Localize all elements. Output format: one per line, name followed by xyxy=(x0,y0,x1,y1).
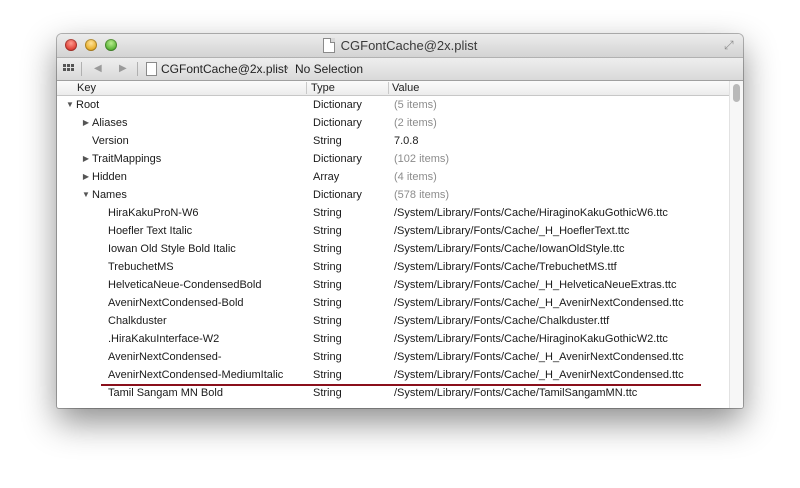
row-key[interactable]: TraitMappings xyxy=(92,150,161,168)
column-header-key[interactable]: Key xyxy=(77,81,96,95)
row-key[interactable]: Aliases xyxy=(92,114,127,132)
fullscreen-icon[interactable]: ⤢ xyxy=(724,39,737,52)
disclosure-collapsed-icon[interactable]: ▶ xyxy=(81,150,91,168)
breadcrumb-chevron-icon: › xyxy=(285,62,289,74)
row-type[interactable]: String xyxy=(313,240,342,258)
outline-row[interactable]: ▼ Names Dictionary (578 items) xyxy=(57,186,729,204)
outline-row[interactable]: AvenirNextCondensed- String/System/Librar… xyxy=(57,348,729,366)
row-type[interactable]: String xyxy=(313,222,342,240)
window-title: CGFontCache@2x.plist xyxy=(340,38,478,53)
row-key[interactable]: Hidden xyxy=(92,168,127,186)
row-value[interactable]: (5 items) xyxy=(394,96,437,114)
row-key[interactable]: Names xyxy=(92,186,127,204)
plist-editor-window: CGFontCache@2x.plist ⤢ ◀ ▶ CGFontCache@2… xyxy=(57,34,743,408)
row-key[interactable]: Hoefler Text Italic xyxy=(108,222,192,240)
row-type[interactable]: Dictionary xyxy=(313,114,362,132)
row-type[interactable]: String xyxy=(313,276,342,294)
row-type[interactable]: String xyxy=(313,258,342,276)
grid-icon[interactable] xyxy=(63,64,74,74)
row-type[interactable]: String xyxy=(313,294,342,312)
row-value[interactable]: 7.0.8 xyxy=(394,132,418,150)
column-divider[interactable] xyxy=(388,82,389,94)
column-header-type[interactable]: Type xyxy=(311,81,335,95)
column-divider[interactable] xyxy=(306,82,307,94)
column-header: Key Type Value xyxy=(57,81,729,96)
path-bar: ◀ ▶ CGFontCache@2x.plist › No Selection xyxy=(57,58,743,81)
disclosure-collapsed-icon[interactable]: ▶ xyxy=(81,114,91,132)
row-value[interactable]: (578 items) xyxy=(394,186,449,204)
row-key[interactable]: HiraKakuProN-W6 xyxy=(108,204,198,222)
outline-row[interactable]: .HiraKakuInterface-W2 String/System/Libra… xyxy=(57,330,729,348)
scrollbar-thumb[interactable] xyxy=(733,84,740,102)
row-type[interactable]: Dictionary xyxy=(313,186,362,204)
vertical-scrollbar[interactable] xyxy=(729,81,743,408)
toolbar-divider xyxy=(137,62,138,76)
breadcrumb-file[interactable]: CGFontCache@2x.plist xyxy=(161,62,287,76)
outline-row[interactable]: AvenirNextCondensed-Bold String/System/Li… xyxy=(57,294,729,312)
outline-row[interactable]: ▼ Root Dictionary (5 items) xyxy=(57,96,729,114)
outline-row[interactable]: Iowan Old Style Bold Italic String/System… xyxy=(57,240,729,258)
row-value[interactable]: /System/Library/Fonts/Cache/_H_Helvetica… xyxy=(394,276,676,294)
outline-row[interactable]: Version String 7.0.8 xyxy=(57,132,729,150)
row-value[interactable]: /System/Library/Fonts/Cache/TrebuchetMS.… xyxy=(394,258,617,276)
back-arrow-icon[interactable]: ◀ xyxy=(94,61,102,77)
row-key[interactable]: Version xyxy=(92,132,129,150)
column-header-value[interactable]: Value xyxy=(392,81,419,95)
title-bar[interactable]: CGFontCache@2x.plist ⤢ xyxy=(57,34,743,58)
row-value[interactable]: /System/Library/Fonts/Cache/_H_AvenirNex… xyxy=(394,348,684,366)
document-icon[interactable] xyxy=(322,38,335,54)
row-key[interactable]: AvenirNextCondensed-Bold xyxy=(108,294,244,312)
row-key[interactable]: Root xyxy=(76,96,99,114)
row-type[interactable]: Dictionary xyxy=(313,150,362,168)
row-key[interactable]: TrebuchetMS xyxy=(108,258,174,276)
disclosure-expanded-icon[interactable]: ▼ xyxy=(65,96,75,114)
row-value[interactable]: /System/Library/Fonts/Cache/TamilSangamM… xyxy=(394,384,637,402)
row-type[interactable]: String xyxy=(313,312,342,330)
row-key[interactable]: AvenirNextCondensed-MediumItalic xyxy=(108,366,283,384)
outline-row[interactable]: ▶ Aliases Dictionary (2 items) xyxy=(57,114,729,132)
forward-arrow-icon[interactable]: ▶ xyxy=(119,61,127,77)
row-type[interactable]: String xyxy=(313,348,342,366)
row-value[interactable]: (4 items) xyxy=(394,168,437,186)
row-value[interactable]: /System/Library/Fonts/Cache/HiraginoKaku… xyxy=(394,204,668,222)
row-type[interactable]: String xyxy=(313,204,342,222)
row-type[interactable]: Array xyxy=(313,168,339,186)
outline-row[interactable]: HelveticaNeue-CondensedBold String/System… xyxy=(57,276,729,294)
row-key[interactable]: Iowan Old Style Bold Italic xyxy=(108,240,236,258)
outline-row[interactable]: ▶ TraitMappings Dictionary (102 items) xyxy=(57,150,729,168)
row-value[interactable]: /System/Library/Fonts/Cache/_H_HoeflerTe… xyxy=(394,222,629,240)
row-type[interactable]: String xyxy=(313,330,342,348)
row-key[interactable]: .HiraKakuInterface-W2 xyxy=(108,330,219,348)
outline-row[interactable]: TrebuchetMS String/System/Library/Fonts/C… xyxy=(57,258,729,276)
row-value[interactable]: (102 items) xyxy=(394,150,449,168)
row-type[interactable]: Dictionary xyxy=(313,96,362,114)
row-type[interactable]: String xyxy=(313,384,342,402)
row-type[interactable]: String xyxy=(313,132,342,150)
breadcrumb-selection[interactable]: No Selection xyxy=(295,62,363,76)
outline-row[interactable]: Hoefler Text Italic String/System/Library… xyxy=(57,222,729,240)
row-value[interactable]: /System/Library/Fonts/Cache/_H_AvenirNex… xyxy=(394,366,684,384)
breadcrumb-document-icon xyxy=(146,62,157,76)
window-title-area: CGFontCache@2x.plist xyxy=(57,34,743,57)
disclosure-collapsed-icon[interactable]: ▶ xyxy=(81,168,91,186)
outline-row[interactable]: Chalkduster String/System/Library/Fonts/C… xyxy=(57,312,729,330)
row-value[interactable]: (2 items) xyxy=(394,114,437,132)
outline-row[interactable]: AvenirNextCondensed-MediumItalic String/S… xyxy=(57,366,729,384)
row-value[interactable]: /System/Library/Fonts/Cache/Chalkduster.… xyxy=(394,312,609,330)
row-type[interactable]: String xyxy=(313,366,342,384)
row-key[interactable]: Tamil Sangam MN Bold xyxy=(108,384,223,402)
row-value[interactable]: /System/Library/Fonts/Cache/HiraginoKaku… xyxy=(394,330,668,348)
row-key[interactable]: AvenirNextCondensed- xyxy=(108,348,222,366)
toolbar-divider xyxy=(81,62,82,76)
outline-row[interactable]: ▶ Hidden Array (4 items) xyxy=(57,168,729,186)
disclosure-expanded-icon[interactable]: ▼ xyxy=(81,186,91,204)
row-key[interactable]: HelveticaNeue-CondensedBold xyxy=(108,276,261,294)
row-value[interactable]: /System/Library/Fonts/Cache/_H_AvenirNex… xyxy=(394,294,684,312)
row-value[interactable]: /System/Library/Fonts/Cache/IowanOldStyl… xyxy=(394,240,624,258)
outline-row[interactable]: Tamil Sangam MN Bold String/System/Librar… xyxy=(57,384,729,402)
row-key[interactable]: Chalkduster xyxy=(108,312,167,330)
outline-row[interactable]: HiraKakuProN-W6 String/System/Library/Fon… xyxy=(57,204,729,222)
plist-outline: ▼ Root Dictionary (5 items) ▶ Aliases Dictiona… xyxy=(57,96,729,408)
